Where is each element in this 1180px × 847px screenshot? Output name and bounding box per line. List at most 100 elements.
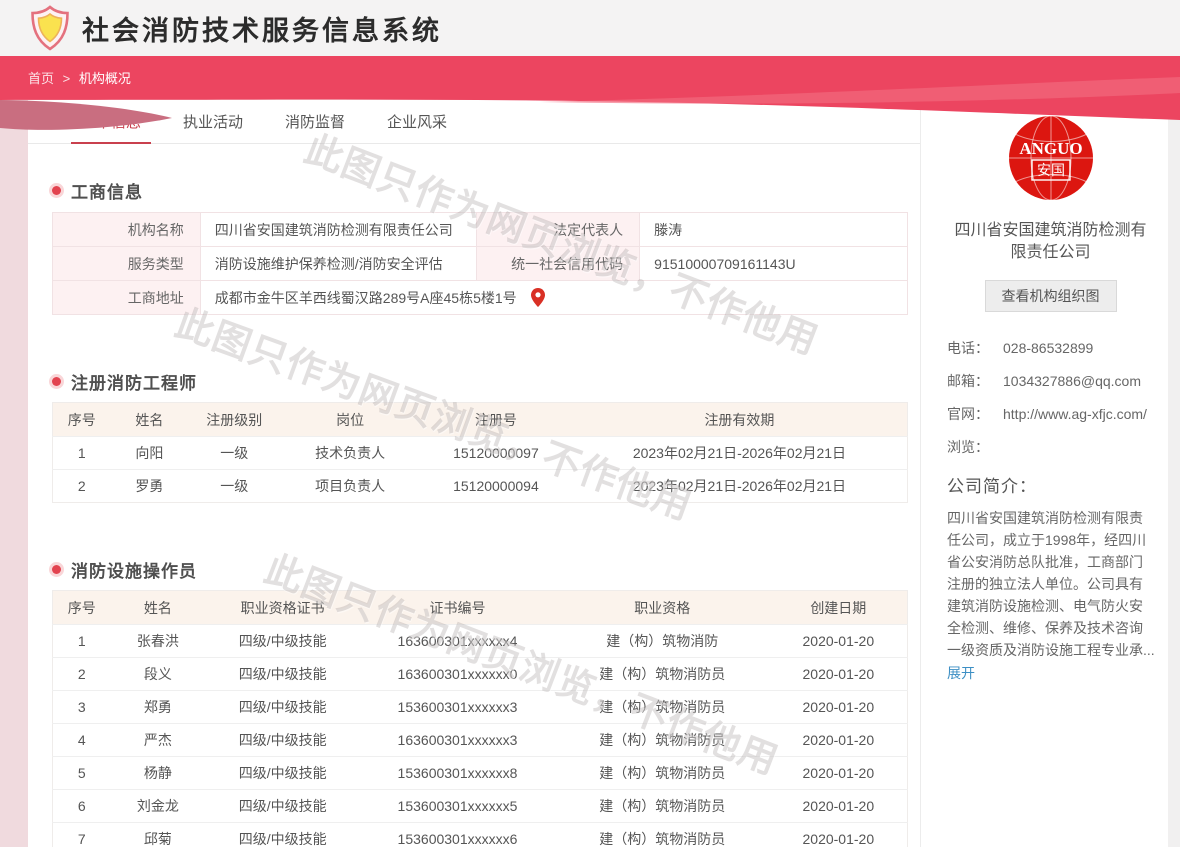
table-cell: 罗勇	[110, 470, 188, 503]
service-type-value: 消防设施维护保养检测/消防安全评估	[200, 247, 477, 281]
contact-info: 电话： 028-86532899 邮箱： 1034327886@qq.com 官…	[947, 338, 1154, 458]
table-cell: 建（构）筑物消防员	[555, 790, 770, 823]
logo-text-cn: 安国	[1037, 162, 1065, 178]
address-text: 成都市金牛区羊西线蜀汉路289号A座45栋5楼1号	[215, 290, 517, 306]
operators-table: 序号姓名职业资格证书证书编号职业资格创建日期 1张春洪四级/中级技能163600…	[52, 590, 908, 847]
shield-logo-icon	[28, 5, 72, 51]
table-cell: 2020-01-20	[770, 625, 908, 658]
table-cell: 2020-01-20	[770, 724, 908, 757]
column-header: 姓名	[110, 403, 188, 437]
table-cell: 2020-01-20	[770, 691, 908, 724]
website-value[interactable]: http://www.ag-xfjc.com/	[1003, 404, 1154, 425]
engineers-table: 序号姓名注册级别岗位注册号注册有效期 1向阳一级技术负责人15120000097…	[52, 402, 908, 503]
column-header: 创建日期	[770, 591, 908, 625]
table-cell: 2023年02月21日-2026年02月21日	[572, 470, 908, 503]
address-value: 成都市金牛区羊西线蜀汉路289号A座45栋5楼1号	[200, 281, 907, 315]
table-cell: 153600301xxxxxx3	[360, 691, 555, 724]
table-cell: 四级/中级技能	[205, 724, 360, 757]
tab-company-showcase[interactable]: 企业风采	[381, 111, 453, 143]
table-cell: 四级/中级技能	[205, 790, 360, 823]
table-cell: 项目负责人	[280, 470, 420, 503]
column-header: 职业资格	[555, 591, 770, 625]
phone-label: 电话：	[947, 338, 1003, 359]
page: 社会消防技术服务信息系统 首页 > 机构概况 基本信息 执业活动 消防监督 企业…	[0, 0, 1180, 847]
table-row: 1张春洪四级/中级技能163600301xxxxxx4建（构）筑物消防2020-…	[53, 625, 908, 658]
table-cell: 6	[53, 790, 111, 823]
table-cell: 建（构）筑物消防	[555, 625, 770, 658]
section-bullet-icon	[52, 565, 61, 574]
scrollbar[interactable]	[1168, 0, 1180, 847]
table-cell: 15120000097	[420, 437, 572, 470]
table-row: 5杨静四级/中级技能153600301xxxxxx8建（构）筑物消防员2020-…	[53, 757, 908, 790]
table-cell: 四级/中级技能	[205, 823, 360, 847]
table-cell: 1	[53, 437, 111, 470]
tab-fire-supervision[interactable]: 消防监督	[279, 111, 351, 143]
column-header: 证书编号	[360, 591, 555, 625]
phone-value: 028-86532899	[1003, 338, 1154, 359]
site-title: 社会消防技术服务信息系统	[82, 9, 442, 48]
legal-rep-label: 法定代表人	[477, 213, 640, 247]
table-cell: 163600301xxxxxx3	[360, 724, 555, 757]
breadcrumb-home-link[interactable]: 首页	[28, 71, 54, 86]
website-row: 官网： http://www.ag-xfjc.com/	[947, 404, 1154, 425]
table-cell: 2020-01-20	[770, 757, 908, 790]
column-header: 序号	[53, 591, 111, 625]
tab-practice-activity[interactable]: 执业活动	[177, 111, 249, 143]
table-cell: 2	[53, 658, 111, 691]
email-label: 邮箱：	[947, 371, 1003, 392]
map-pin-icon[interactable]	[531, 288, 545, 307]
org-name-value: 四川省安国建筑消防检测有限责任公司	[200, 213, 477, 247]
section-bullet-icon	[52, 186, 61, 195]
table-row: 2段义四级/中级技能163600301xxxxxx0建（构）筑物消防员2020-…	[53, 658, 908, 691]
service-type-label: 服务类型	[53, 247, 201, 281]
table-cell: 3	[53, 691, 111, 724]
table-cell: 邱菊	[110, 823, 205, 847]
table-row: 2罗勇一级项目负责人151200000942023年02月21日-2026年02…	[53, 470, 908, 503]
table-cell: 向阳	[110, 437, 188, 470]
main-content: 工商信息 机构名称 四川省安国建筑消防检测有限责任公司 法定代表人 滕涛 服务类…	[28, 178, 920, 847]
table-row: 1向阳一级技术负责人151200000972023年02月21日-2026年02…	[53, 437, 908, 470]
table-cell: 严杰	[110, 724, 205, 757]
section-title: 工商信息	[71, 178, 143, 203]
table-cell: 5	[53, 757, 111, 790]
table-cell: 张春洪	[110, 625, 205, 658]
table-row: 工商地址 成都市金牛区羊西线蜀汉路289号A座45栋5楼1号	[53, 281, 908, 315]
content-panel: 基本信息 执业活动 消防监督 企业风采 工商信息 机构名称 四川省安国建筑消防检…	[28, 100, 1168, 847]
column-header: 岗位	[280, 403, 420, 437]
sidebar: ANGUO 安国 四川省安国建筑消防检测有限责任公司 查看机构组织图 电话： 0…	[920, 100, 1168, 847]
legal-rep-value: 滕涛	[640, 213, 908, 247]
table-cell: 建（构）筑物消防员	[555, 724, 770, 757]
column-header: 注册级别	[188, 403, 280, 437]
breadcrumb-separator: >	[63, 71, 71, 86]
phone-row: 电话： 028-86532899	[947, 338, 1154, 359]
column-header: 注册有效期	[572, 403, 908, 437]
views-row: 浏览：	[947, 437, 1154, 458]
table-cell: 技术负责人	[280, 437, 420, 470]
tab-basic-info[interactable]: 基本信息	[75, 111, 147, 143]
table-cell: 4	[53, 724, 111, 757]
table-cell: 2020-01-20	[770, 658, 908, 691]
table-cell: 153600301xxxxxx5	[360, 790, 555, 823]
main-column: 基本信息 执业活动 消防监督 企业风采 工商信息 机构名称 四川省安国建筑消防检…	[28, 100, 920, 847]
table-header-row: 序号姓名职业资格证书证书编号职业资格创建日期	[53, 591, 908, 625]
table-cell: 段义	[110, 658, 205, 691]
expand-link[interactable]: 展开	[947, 663, 975, 683]
table-cell: 7	[53, 823, 111, 847]
sidebar-company-name: 四川省安国建筑消防检测有限责任公司	[953, 220, 1149, 264]
org-name-label: 机构名称	[53, 213, 201, 247]
tab-bar: 基本信息 执业活动 消防监督 企业风采	[28, 100, 920, 144]
view-org-chart-button[interactable]: 查看机构组织图	[985, 280, 1117, 312]
table-cell: 2023年02月21日-2026年02月21日	[572, 437, 908, 470]
column-header: 姓名	[110, 591, 205, 625]
table-row: 4严杰四级/中级技能163600301xxxxxx3建（构）筑物消防员2020-…	[53, 724, 908, 757]
table-cell: 建（构）筑物消防员	[555, 658, 770, 691]
business-info-table: 机构名称 四川省安国建筑消防检测有限责任公司 法定代表人 滕涛 服务类型 消防设…	[52, 212, 908, 315]
company-logo: ANGUO 安国	[1009, 116, 1093, 200]
section-engineers: 注册消防工程师	[52, 369, 920, 394]
table-row: 6刘金龙四级/中级技能153600301xxxxxx5建（构）筑物消防员2020…	[53, 790, 908, 823]
section-title: 消防设施操作员	[71, 557, 197, 582]
table-cell: 一级	[188, 470, 280, 503]
table-cell: 2	[53, 470, 111, 503]
table-cell: 四级/中级技能	[205, 658, 360, 691]
breadcrumb-current: 机构概况	[79, 71, 131, 86]
